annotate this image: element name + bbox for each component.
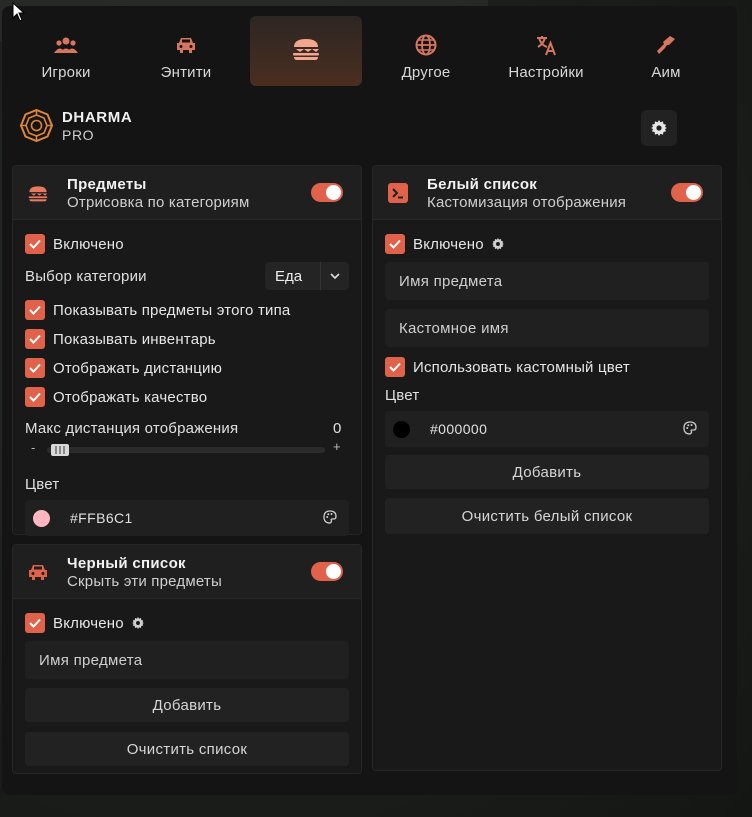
check-icon <box>25 387 45 407</box>
checkbox-label: Отображать дистанцию <box>53 359 223 377</box>
translate-icon <box>490 34 602 56</box>
tab-label: Энтити <box>160 64 212 81</box>
max-distance-value: 0 <box>333 420 342 437</box>
color-label: Цвет <box>25 476 60 493</box>
tab-items[interactable] <box>250 16 362 86</box>
check-icon <box>25 358 45 378</box>
category-select[interactable]: Еда <box>265 262 349 290</box>
whitelist-panel: Белый список Кастомизация отображения Вк… <box>372 165 722 771</box>
car-icon <box>130 34 242 56</box>
panel-subtitle: Скрыть эти предметы <box>67 573 222 590</box>
checkbox-label: Включено <box>53 614 124 632</box>
show-distance-checkbox[interactable]: Отображать дистанцию <box>25 357 222 379</box>
color-swatch[interactable] <box>393 420 410 438</box>
slider-handle[interactable] <box>51 444 69 456</box>
checkbox-label: Отображать качество <box>53 388 208 406</box>
globe-icon <box>370 34 482 56</box>
color-swatch[interactable] <box>33 509 50 527</box>
tab-label: Другое <box>401 64 451 81</box>
whitelist-panel-header: Белый список Кастомизация отображения <box>373 166 721 220</box>
blacklist-item-input[interactable]: Имя предмета <box>25 641 349 679</box>
slider-plus[interactable]: + <box>333 439 341 454</box>
check-icon <box>25 234 45 254</box>
whitelist-toggle[interactable] <box>671 183 703 202</box>
category-value: Еда <box>275 267 303 285</box>
menu-window: Игроки Энтити Другое Настройки Аим DHARM… <box>2 6 737 795</box>
checkbox-label: Показывать предметы этого типа <box>53 301 291 319</box>
category-label: Выбор категории <box>25 268 147 285</box>
color-picker-field[interactable]: #FFB6C1 <box>25 500 349 536</box>
blacklist-panel: Черный список Скрыть эти предметы Включе… <box>12 544 362 774</box>
enabled-checkbox[interactable]: Включено <box>25 233 124 255</box>
items-toggle[interactable] <box>311 183 343 202</box>
tab-other[interactable]: Другое <box>370 16 482 86</box>
use-custom-color-checkbox[interactable]: Использовать кастомный цвет <box>385 356 630 378</box>
blacklist-clear-button[interactable]: Очистить список <box>25 732 349 766</box>
top-nav: Игроки Энтити Другое Настройки Аим <box>2 6 737 90</box>
whitelist-enabled-checkbox[interactable]: Включено <box>385 233 504 255</box>
panel-title: Белый список <box>427 176 538 193</box>
terminal-icon <box>387 182 409 204</box>
mouse-cursor-icon <box>12 1 26 22</box>
whitelist-add-button[interactable]: Добавить <box>385 455 709 489</box>
tab-entities[interactable]: Энтити <box>130 16 242 86</box>
show-inventory-checkbox[interactable]: Показывать инвентарь <box>25 328 216 350</box>
blacklist-toggle[interactable] <box>311 562 343 581</box>
tab-label: Настройки <box>508 64 584 81</box>
gun-icon <box>610 34 722 56</box>
blacklist-enabled-checkbox[interactable]: Включено <box>25 612 144 634</box>
palette-icon[interactable] <box>683 421 697 438</box>
checkbox-label: Включено <box>53 235 124 253</box>
tab-settings[interactable]: Настройки <box>490 16 602 86</box>
tab-label: Аим <box>651 64 681 81</box>
players-icon <box>10 34 122 56</box>
gear-icon[interactable] <box>491 238 504 250</box>
slider-minus[interactable]: - <box>31 440 36 455</box>
tab-players[interactable]: Игроки <box>10 16 122 86</box>
custom-name-input[interactable]: Кастомное имя <box>385 309 709 347</box>
burger-icon <box>27 182 49 204</box>
check-icon <box>25 300 45 320</box>
tab-label: Игроки <box>41 64 91 81</box>
gear-icon <box>651 120 667 136</box>
checkbox-label: Показывать инвентарь <box>53 330 216 348</box>
show-type-checkbox[interactable]: Показывать предметы этого типа <box>25 299 290 321</box>
panel-subtitle: Кастомизация отображения <box>427 194 627 211</box>
color-label: Цвет <box>385 387 420 404</box>
checkbox-label: Включено <box>413 235 484 253</box>
color-hex: #000000 <box>430 421 488 437</box>
whitelist-color-picker-field[interactable]: #000000 <box>385 411 709 447</box>
max-distance-label: Макс дистанция отображения <box>25 420 239 437</box>
items-panel: Предметы Отрисовка по категориям Включен… <box>12 165 362 536</box>
panel-title: Черный список <box>67 555 186 572</box>
car-icon <box>27 561 49 583</box>
whitelist-item-input[interactable]: Имя предмета <box>385 262 709 300</box>
color-hex: #FFB6C1 <box>70 510 133 526</box>
burger-icon <box>250 38 362 60</box>
check-icon <box>25 329 45 349</box>
brand-tier: PRO <box>62 127 95 143</box>
gear-icon[interactable] <box>131 617 144 629</box>
blacklist-add-button[interactable]: Добавить <box>25 688 349 722</box>
settings-gear-button[interactable] <box>641 110 677 146</box>
checkbox-label: Использовать кастомный цвет <box>413 358 630 376</box>
check-icon <box>25 613 45 633</box>
dharma-logo-icon <box>19 108 54 143</box>
blacklist-panel-header: Черный список Скрыть эти предметы <box>13 545 361 599</box>
check-icon <box>385 234 405 254</box>
show-quality-checkbox[interactable]: Отображать качество <box>25 386 207 408</box>
palette-icon[interactable] <box>323 510 337 527</box>
chevron-down-icon <box>320 262 348 290</box>
panel-subtitle: Отрисовка по категориям <box>67 194 250 211</box>
check-icon <box>385 357 405 377</box>
whitelist-clear-button[interactable]: Очистить белый список <box>385 498 709 534</box>
brand-name: DHARMA <box>62 109 133 126</box>
tab-aim[interactable]: Аим <box>610 16 722 86</box>
distance-slider[interactable] <box>47 447 325 453</box>
items-panel-header: Предметы Отрисовка по категориям <box>13 166 361 220</box>
panel-title: Предметы <box>67 176 147 193</box>
